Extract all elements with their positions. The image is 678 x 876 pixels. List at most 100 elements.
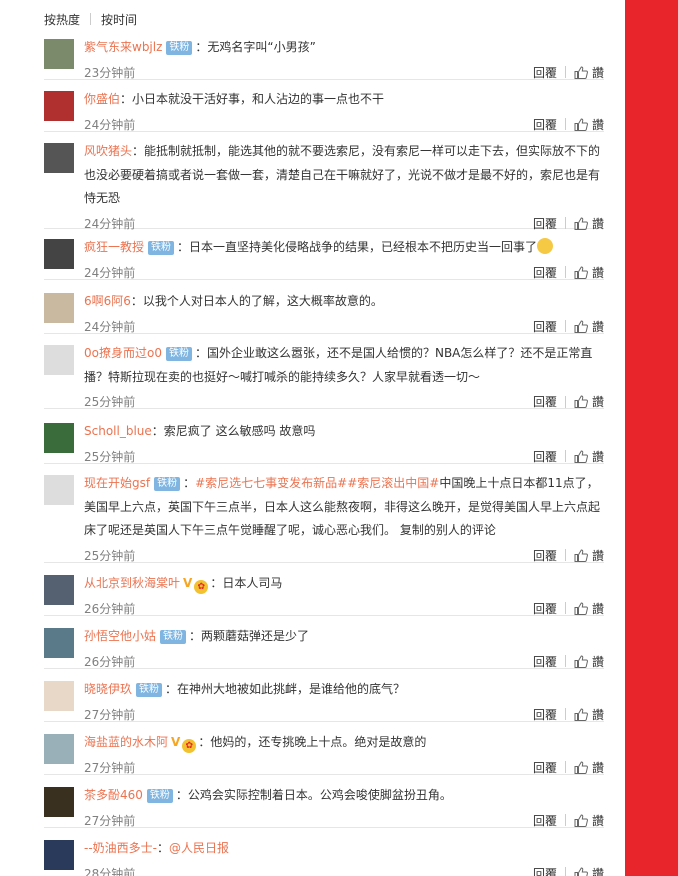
reply-button[interactable]: 回覆 (533, 812, 557, 829)
comment-text: ：他妈的，还专挑晚上十点。绝对是故意的 (198, 735, 427, 749)
reply-button[interactable]: 回覆 (533, 116, 557, 133)
reply-button[interactable]: 回覆 (533, 215, 557, 232)
username-link[interactable]: 现在开始gsf (84, 476, 150, 490)
like-button[interactable]: 讚 (574, 653, 604, 670)
comment-actions: 回覆 讚 (533, 264, 604, 281)
like-button[interactable]: 讚 (574, 448, 604, 465)
fan-badge[interactable]: 铁粉 (160, 630, 187, 644)
avatar[interactable] (44, 840, 74, 870)
like-button[interactable]: 讚 (574, 706, 604, 723)
username-link[interactable]: 茶多酚460 (84, 788, 143, 802)
avatar[interactable] (44, 39, 74, 69)
timestamp: 25分钟前 (84, 449, 136, 464)
comment-item: 孙悟空他小姑 铁粉 ：两颗蘑菇弹还是少了 26分钟前 回覆 讚 (44, 625, 604, 669)
avatar[interactable] (44, 475, 74, 505)
reply-button[interactable]: 回覆 (533, 264, 557, 281)
comment-footer: 27分钟前 回覆 讚 (84, 755, 604, 779)
fan-badge[interactable]: 铁粉 (165, 347, 192, 361)
like-label: 讚 (591, 395, 604, 409)
username-link[interactable]: 从北京到秋海棠叶 (84, 576, 180, 590)
username-link[interactable]: 紫气东来wbjlz (84, 40, 162, 54)
reply-button[interactable]: 回覆 (533, 318, 557, 335)
like-button[interactable]: 讚 (574, 393, 604, 410)
reply-button[interactable]: 回覆 (533, 448, 557, 465)
divider (564, 761, 566, 773)
avatar[interactable] (44, 239, 74, 269)
reply-button[interactable]: 回覆 (533, 393, 557, 410)
comment-text: ：以我个人对日本人的了解，这大概率故意的。 (130, 294, 383, 308)
like-button[interactable]: 讚 (574, 64, 604, 81)
comment-body: 你盛伯：小日本就没干活好事，和人沾边的事一点也不干 (84, 88, 604, 112)
reply-button[interactable]: 回覆 (533, 600, 557, 617)
like-button[interactable]: 讚 (574, 116, 604, 133)
divider (90, 13, 92, 25)
username-link[interactable]: Scholl_blue (84, 424, 152, 438)
avatar[interactable] (44, 628, 74, 658)
timestamp: 24分钟前 (84, 319, 136, 334)
username-link[interactable]: 海盐蓝的水木阿 (84, 735, 168, 749)
fan-badge[interactable]: 铁粉 (166, 41, 193, 55)
comment-item: 海盐蓝的水木阿 V ✿ ：他妈的，还专挑晚上十点。绝对是故意的 27分钟前 回覆 讚 (44, 731, 604, 775)
username-link[interactable]: 0o撩身而过o0 (84, 346, 162, 360)
like-button[interactable]: 讚 (574, 547, 604, 564)
username-link[interactable]: 6啊6阿6 (84, 294, 131, 308)
thumbs-up-icon (574, 707, 588, 721)
username-link[interactable]: 疯狂一教授 (84, 240, 144, 254)
like-button[interactable]: 讚 (574, 812, 604, 829)
comment-body: 茶多酚460 铁粉 ：公鸡会实际控制着日本。公鸡会唆使脚盆扮丑角。 (84, 784, 604, 808)
comment-text: ： (157, 841, 170, 855)
verified-icon: V (183, 576, 193, 590)
fan-badge[interactable]: 铁粉 (146, 789, 173, 803)
reply-button[interactable]: 回覆 (533, 706, 557, 723)
sort-by-hot-tab[interactable]: 按热度 (44, 11, 80, 28)
mention-link[interactable]: @人民日报 (169, 841, 229, 855)
comment-body: 孙悟空他小姑 铁粉 ：两颗蘑菇弹还是少了 (84, 625, 604, 649)
reply-button[interactable]: 回覆 (533, 547, 557, 564)
like-button[interactable]: 讚 (574, 318, 604, 335)
username-link[interactable]: --奶油西多士- (84, 841, 157, 855)
comment-actions: 回覆 讚 (533, 116, 604, 133)
comment-body: 0o撩身而过o0 铁粉 ：国外企业敢这么嚣张，还不是国人给惯的？NBA怎么样了？还不… (84, 342, 604, 389)
username-link[interactable]: 你盛伯 (84, 92, 120, 106)
like-button[interactable]: 讚 (574, 600, 604, 617)
avatar[interactable] (44, 681, 74, 711)
topic-link[interactable]: #索尼选七七事变发布新品##索尼滚出中国# (195, 476, 439, 490)
avatar[interactable] (44, 734, 74, 764)
reply-button[interactable]: 回覆 (533, 64, 557, 81)
avatar[interactable] (44, 293, 74, 323)
avatar[interactable] (44, 787, 74, 817)
fan-badge[interactable]: 铁粉 (154, 477, 181, 491)
divider (564, 708, 566, 720)
like-button[interactable]: 讚 (574, 759, 604, 776)
avatar[interactable] (44, 423, 74, 453)
like-button[interactable]: 讚 (574, 215, 604, 232)
like-label: 讚 (591, 654, 604, 669)
reply-button[interactable]: 回覆 (533, 865, 557, 876)
avatar[interactable] (44, 91, 74, 121)
like-button[interactable]: 讚 (574, 264, 604, 281)
comment-footer: 24分钟前 回覆 讚 (84, 314, 604, 338)
fan-badge[interactable]: 铁粉 (148, 241, 175, 255)
divider (564, 395, 566, 408)
comment-footer: 24分钟前 回覆 讚 (84, 260, 604, 284)
divider (564, 450, 566, 462)
username-link[interactable]: 孙悟空他小姑 (84, 629, 156, 643)
timestamp: 24分钟前 (84, 265, 136, 280)
comment-item: 晓晓伊玖 铁粉 ：在神州大地被如此挑衅，是谁给他的底气？ 27分钟前 回覆 讚 (44, 678, 604, 722)
comment-footer: 25分钟前 回覆 讚 (84, 389, 604, 413)
fan-badge[interactable]: 铁粉 (136, 683, 163, 697)
colon-text: ： (183, 476, 196, 490)
sort-by-time-tab[interactable]: 按时间 (101, 11, 137, 28)
username-link[interactable]: 晓晓伊玖 (84, 682, 132, 696)
divider (564, 814, 566, 826)
avatar[interactable] (44, 575, 74, 605)
reply-button[interactable]: 回覆 (533, 653, 557, 670)
comment-text: ：索尼疯了 这么敏感吗 故意吗 (151, 424, 316, 438)
avatar[interactable] (44, 345, 74, 375)
like-button[interactable]: 讚 (574, 865, 604, 876)
reply-button[interactable]: 回覆 (533, 759, 557, 776)
avatar[interactable] (44, 143, 74, 173)
comment-text: ：无鸡名字叫“小男孩” (195, 40, 316, 54)
username-link[interactable]: 风吹猪头 (84, 144, 132, 158)
comment-panel: 按热度 按时间 紫气东来wbjlz 铁粉 ：无鸡名字叫“小男孩” 23分钟前 回覆讚你盛… (0, 0, 625, 876)
